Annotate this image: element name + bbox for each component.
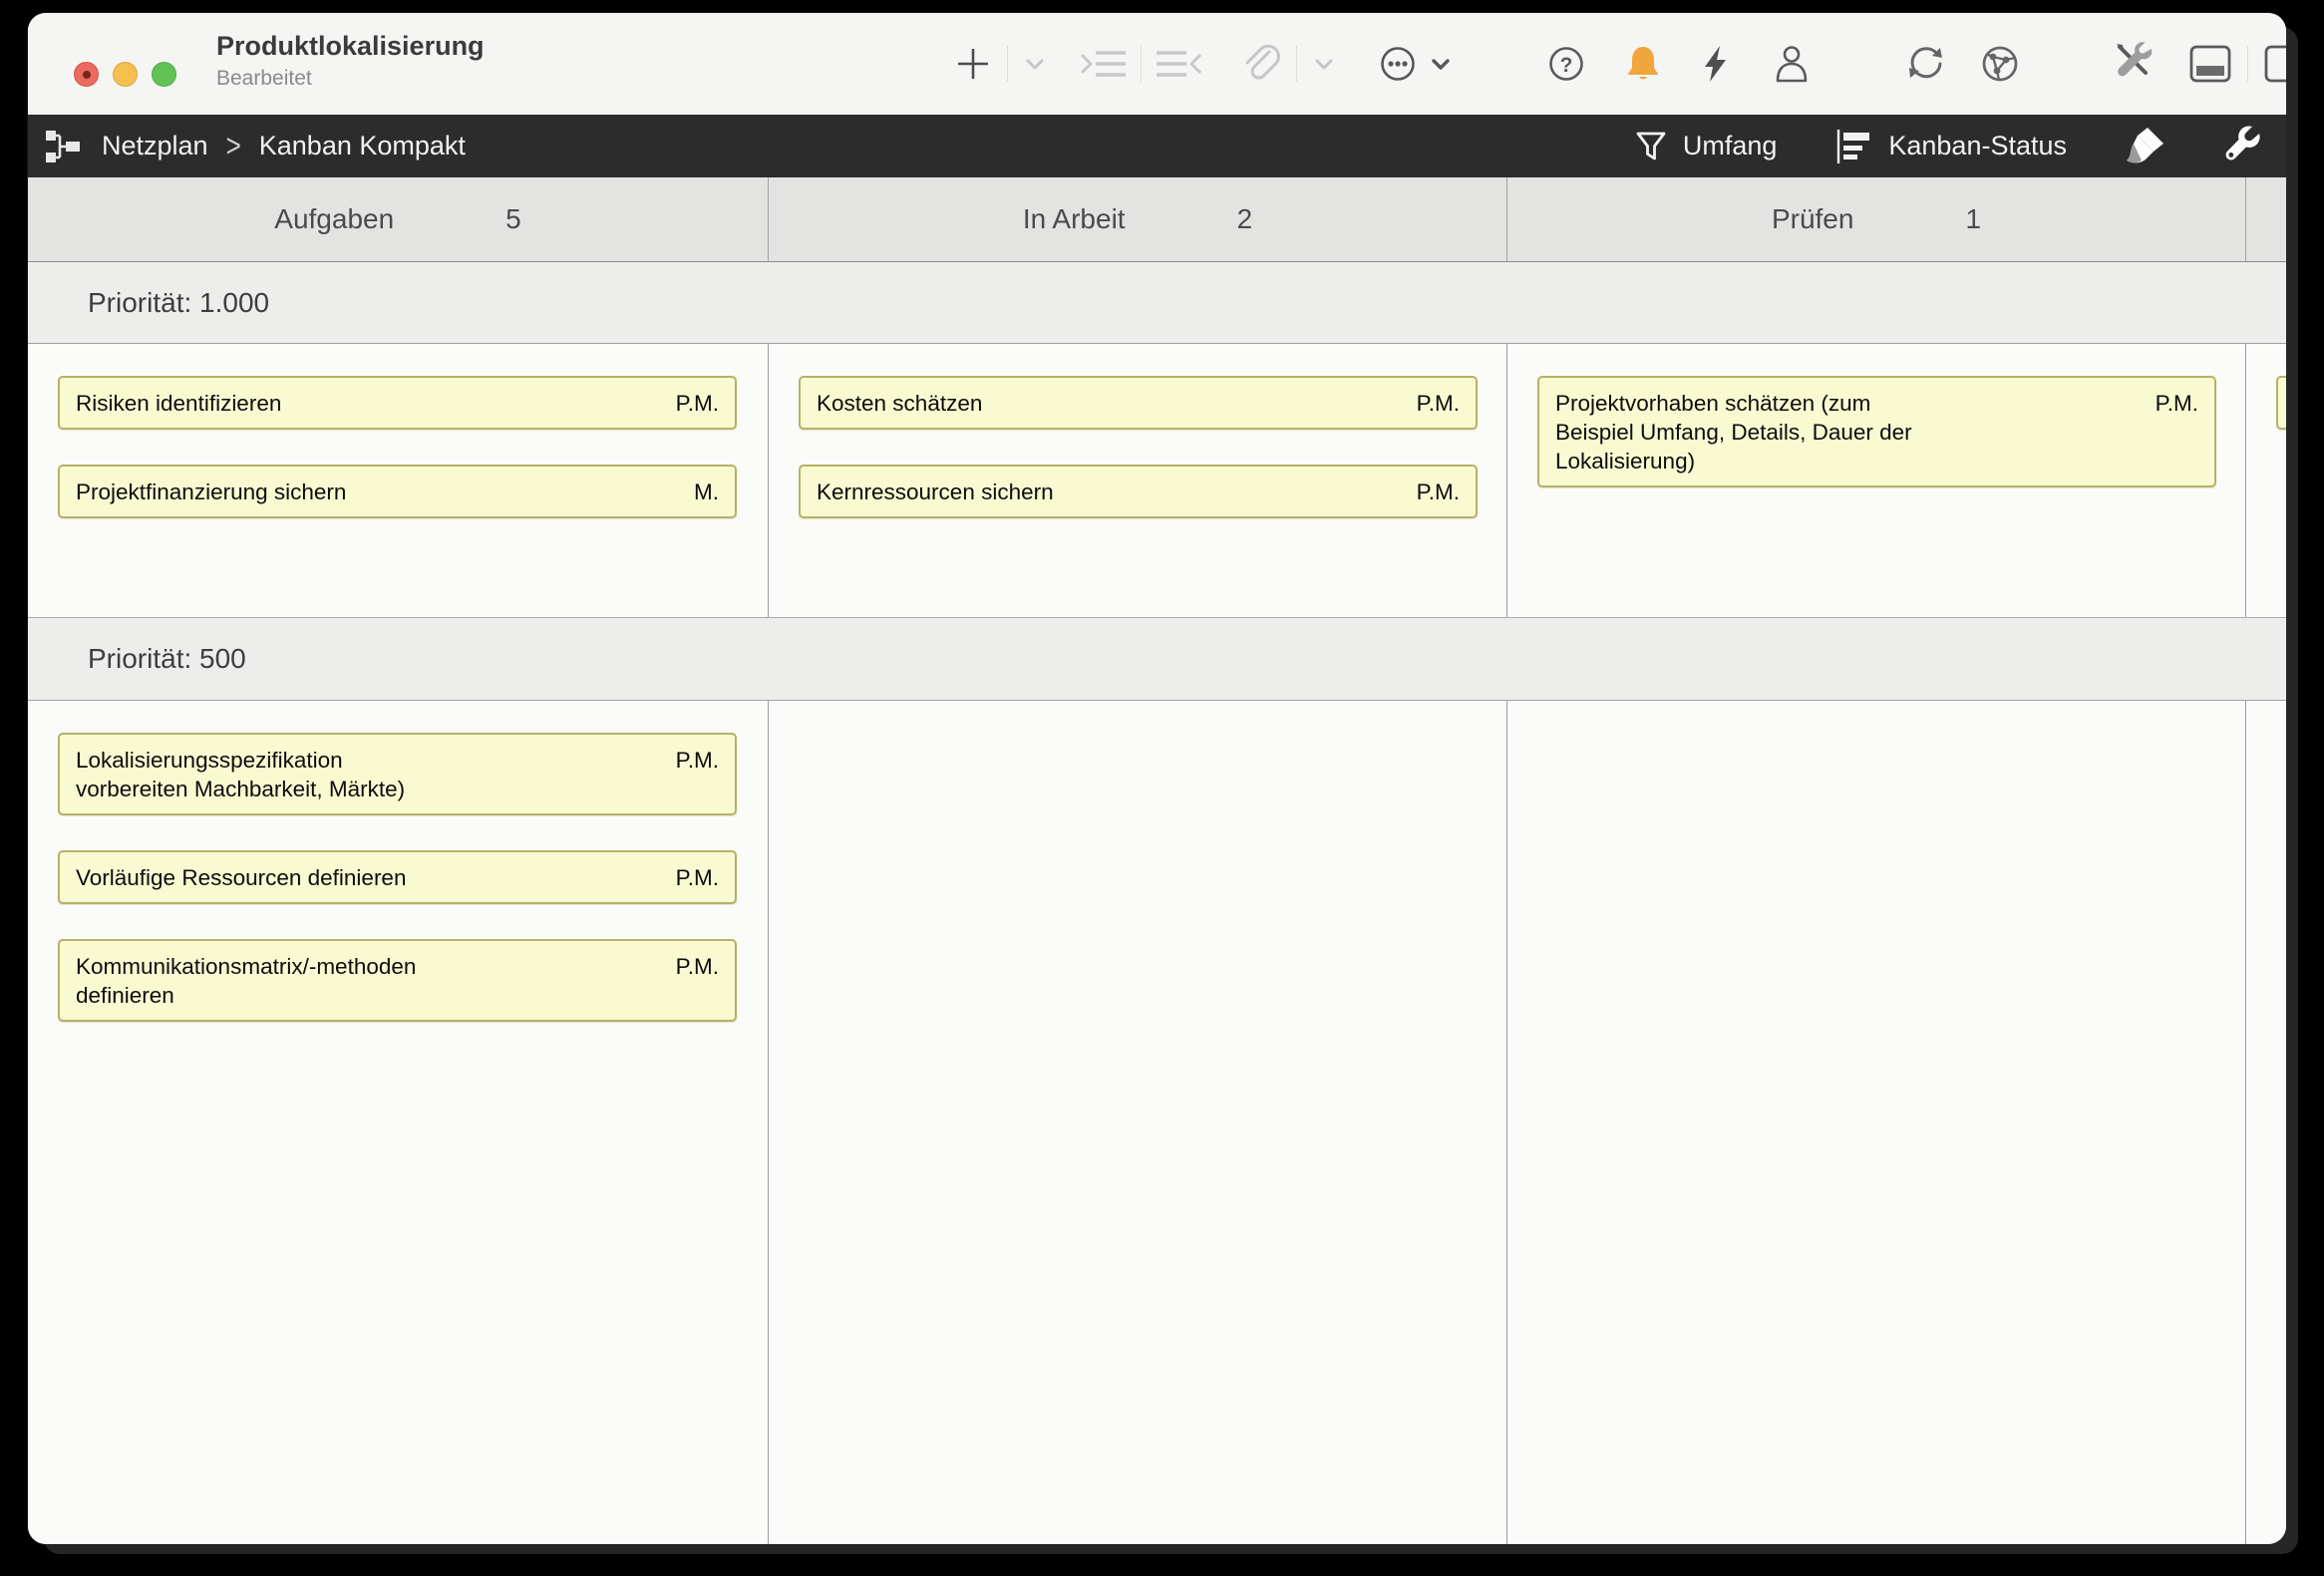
group-by-button[interactable]: Kanban-Status bbox=[1834, 128, 2067, 165]
outdent-task-icon[interactable] bbox=[1155, 44, 1204, 84]
kanban-board: Aufgaben 5 In Arbeit 2 Prüfen 1 Prioritä… bbox=[28, 177, 2286, 1544]
priority-band-500[interactable]: Priorität: 500 bbox=[28, 617, 2286, 701]
minimize-button[interactable] bbox=[113, 62, 138, 87]
card-title: Vorläufige Ressourcen definieren bbox=[76, 863, 719, 892]
navbar-right: Umfang Kanban-Status bbox=[1633, 125, 2262, 168]
view-navbar: Netzplan > Kanban Kompakt Umfang Kanban-… bbox=[28, 115, 2286, 177]
priority-band-1000[interactable]: Priorität: 1.000 bbox=[28, 262, 2286, 344]
kanban-column-cell[interactable] bbox=[769, 701, 1507, 1544]
card-assignee: P.M. bbox=[676, 746, 719, 775]
filter-scope-button[interactable]: Umfang bbox=[1633, 129, 1778, 164]
notifications-bell-icon[interactable] bbox=[1623, 44, 1663, 84]
kanban-card[interactable]: Risiken identifizierenP.M. bbox=[58, 376, 737, 430]
close-button[interactable] bbox=[74, 62, 99, 87]
column-header-aufgaben[interactable]: Aufgaben 5 bbox=[28, 177, 769, 262]
bottom-panel-icon[interactable] bbox=[2187, 43, 2233, 85]
breadcrumb-view[interactable]: Netzplan bbox=[102, 131, 208, 161]
priority-section-1000: Risiken identifizierenP.M.Projektfinanzi… bbox=[28, 344, 2286, 617]
indent-task-icon[interactable] bbox=[1078, 44, 1128, 84]
breadcrumb-separator: > bbox=[226, 127, 241, 165]
document-edit-state: Bearbeitet bbox=[216, 67, 485, 91]
priority-label: Priorität: 500 bbox=[88, 643, 246, 675]
kanban-column-cell[interactable] bbox=[1507, 701, 2246, 1544]
kanban-card[interactable]: Kernressourcen sichernP.M. bbox=[799, 465, 1478, 518]
card-title: Kosten schätzen bbox=[817, 389, 1460, 418]
kanban-card[interactable]: Vorläufige Ressourcen definierenP.M. bbox=[58, 850, 737, 904]
card-assignee: P.M. bbox=[676, 952, 719, 981]
toolbar-left-cluster bbox=[953, 13, 1455, 115]
app-window: Produktlokalisierung Bearbeitet bbox=[28, 13, 2286, 1544]
column-header-in-arbeit[interactable]: In Arbeit 2 bbox=[769, 177, 1507, 262]
kanban-card[interactable]: Projektvorhaben schätzen (zum Beispiel U… bbox=[1537, 376, 2216, 487]
breadcrumb: Netzplan > Kanban Kompakt bbox=[44, 128, 466, 165]
card-assignee: P.M. bbox=[676, 389, 719, 418]
column-label: In Arbeit bbox=[1023, 203, 1126, 235]
card-assignee: P.M. bbox=[676, 863, 719, 892]
conflicts-lightning-icon[interactable] bbox=[1699, 44, 1733, 84]
card-assignee: P.M. bbox=[2156, 389, 2198, 418]
column-header-row: Aufgaben 5 In Arbeit 2 Prüfen 1 bbox=[28, 177, 2286, 262]
kanban-card[interactable] bbox=[2276, 376, 2286, 430]
toolbar-divider bbox=[1141, 46, 1142, 82]
card-assignee: P.M. bbox=[1417, 389, 1460, 418]
kanban-column-cell-clipped[interactable] bbox=[2246, 344, 2286, 617]
add-icon[interactable] bbox=[953, 44, 993, 84]
zoom-button[interactable] bbox=[152, 62, 176, 87]
column-count: 1 bbox=[1965, 203, 1981, 235]
wrench-icon[interactable] bbox=[2220, 126, 2262, 167]
resources-person-icon[interactable] bbox=[1771, 43, 1813, 85]
funnel-icon bbox=[1633, 129, 1669, 164]
help-icon[interactable]: ? bbox=[1547, 45, 1585, 83]
kanban-card[interactable]: Kommunikationsmatrix/-methoden definiere… bbox=[58, 939, 737, 1022]
kanban-column-cell[interactable]: Lokalisierungsspezifikation vorbereiten … bbox=[28, 701, 769, 1544]
column-header-clipped bbox=[2246, 177, 2286, 262]
priority-label: Priorität: 1.000 bbox=[88, 287, 269, 319]
card-title: Projektfinanzierung sichern bbox=[76, 477, 719, 506]
network-publish-icon[interactable] bbox=[1978, 42, 2022, 86]
sync-icon[interactable] bbox=[1904, 42, 1948, 86]
column-count: 5 bbox=[505, 203, 521, 235]
format-brush-icon[interactable] bbox=[2123, 125, 2166, 168]
document-title: Produktlokalisierung bbox=[216, 31, 485, 62]
filter-scope-label: Umfang bbox=[1683, 131, 1778, 161]
card-title: Kernressourcen sichern bbox=[817, 477, 1460, 506]
toolbar-divider bbox=[1007, 46, 1008, 82]
card-title: Kommunikationsmatrix/-methoden definiere… bbox=[76, 952, 719, 1010]
kanban-column-cell[interactable]: Projektvorhaben schätzen (zum Beispiel U… bbox=[1507, 344, 2246, 617]
toolbar-divider bbox=[1296, 46, 1297, 82]
kanban-column-cell[interactable]: Kosten schätzenP.M.Kernressourcen sicher… bbox=[769, 344, 1507, 617]
kanban-card[interactable]: Kosten schätzenP.M. bbox=[799, 376, 1478, 430]
kanban-card[interactable]: Projektfinanzierung sichernM. bbox=[58, 465, 737, 518]
card-assignee: P.M. bbox=[1417, 477, 1460, 506]
more-options-chevron-down-icon[interactable] bbox=[1427, 50, 1455, 78]
column-header-pruefen[interactable]: Prüfen 1 bbox=[1507, 177, 2246, 262]
kanban-column-cell[interactable]: Risiken identifizierenP.M. Projektfinanzi… bbox=[28, 344, 769, 617]
titlebar: Produktlokalisierung Bearbeitet bbox=[28, 13, 2286, 115]
kanban-column-cell-clipped[interactable] bbox=[2246, 701, 2286, 1544]
card-title: Risiken identifizieren bbox=[76, 389, 719, 418]
group-by-label: Kanban-Status bbox=[1888, 131, 2067, 161]
group-rows-icon bbox=[1834, 128, 1874, 165]
network-plan-icon[interactable] bbox=[44, 128, 84, 165]
toolbar-divider bbox=[2247, 46, 2248, 82]
column-label: Prüfen bbox=[1772, 203, 1854, 235]
add-chevron-down-icon[interactable] bbox=[1022, 51, 1048, 77]
attachment-icon[interactable] bbox=[1240, 43, 1282, 85]
priority-section-500: Lokalisierungsspezifikation vorbereiten … bbox=[28, 701, 2286, 1544]
column-label: Aufgaben bbox=[274, 203, 394, 235]
card-assignee: M. bbox=[694, 477, 719, 506]
traffic-lights bbox=[74, 62, 176, 87]
svg-text:?: ? bbox=[1560, 54, 1573, 77]
breadcrumb-subview[interactable]: Kanban Kompakt bbox=[259, 131, 466, 161]
column-count: 2 bbox=[1237, 203, 1253, 235]
card-title: Projektvorhaben schätzen (zum Beispiel U… bbox=[1555, 389, 2198, 475]
tools-icon[interactable] bbox=[2112, 41, 2158, 87]
window-title-block: Produktlokalisierung Bearbeitet bbox=[216, 31, 485, 91]
right-panel-icon[interactable] bbox=[2262, 43, 2286, 85]
toolbar-right-cluster: ? bbox=[1547, 13, 2286, 115]
card-title: Lokalisierungsspezifikation vorbereiten … bbox=[76, 746, 719, 803]
kanban-card[interactable]: Lokalisierungsspezifikation vorbereiten … bbox=[58, 733, 737, 815]
more-options-icon[interactable] bbox=[1379, 45, 1417, 83]
attachment-chevron-down-icon[interactable] bbox=[1311, 51, 1337, 77]
